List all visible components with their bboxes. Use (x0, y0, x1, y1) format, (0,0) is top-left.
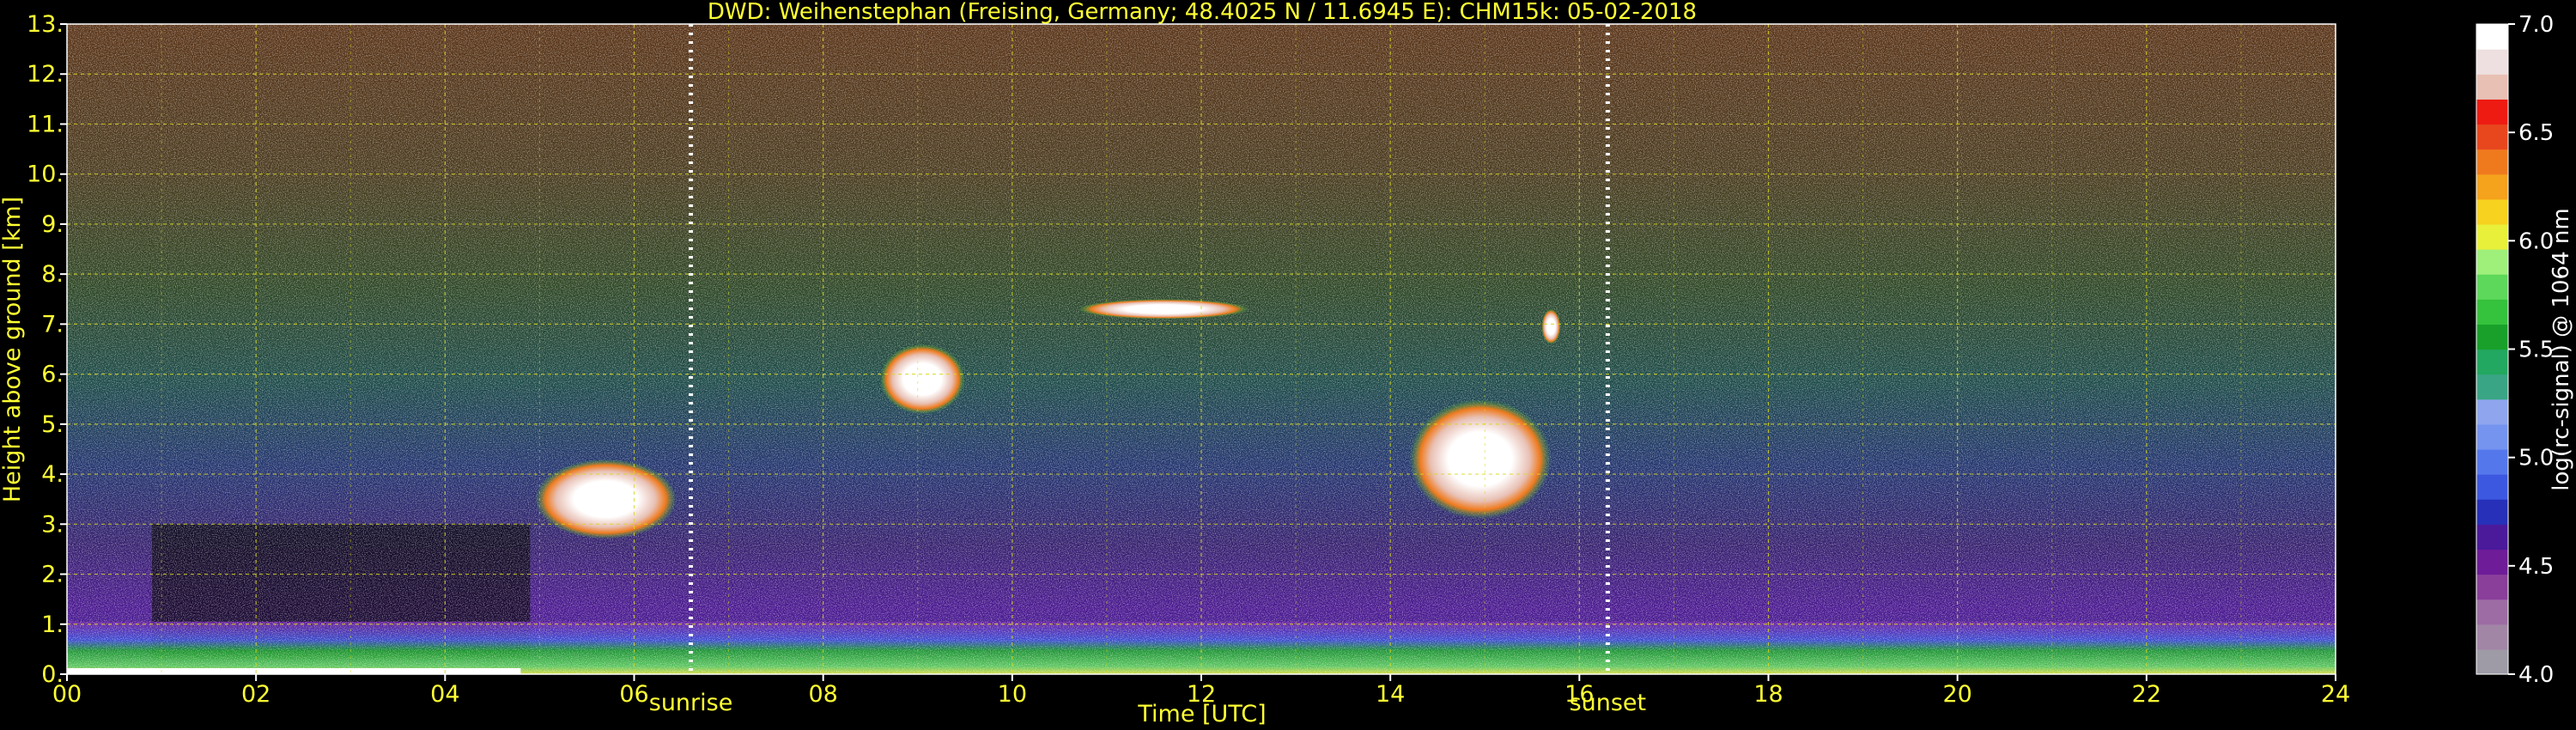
colorbar-segment (2476, 599, 2508, 625)
x-tick-label: 24 (2321, 681, 2350, 708)
colorbar-tick-label: 4.0 (2518, 662, 2554, 688)
colorbar-label: log(rc-signal) @ 1064 nm (2549, 208, 2574, 490)
colorbar-segment (2476, 448, 2508, 475)
ceilometer-chart: sunrise sunset 00 02 04 06 08 10 12 14 16 18 20 22 24… (0, 0, 2574, 727)
colorbar-segment (2476, 249, 2508, 275)
x-tick-label: 02 (241, 681, 270, 708)
colorbar-tick-label: 4.5 (2518, 554, 2554, 580)
x-tick-label: 06 (619, 681, 648, 708)
colorbar-segment (2476, 423, 2508, 450)
colorbar-segment (2476, 198, 2508, 225)
cloud-4 (1409, 398, 1552, 520)
y-axis-label: Height above ground [km] (0, 197, 26, 502)
y-tick-label: 7. (41, 311, 64, 338)
colorbar-segment (2476, 474, 2508, 500)
colorbar-segment (2476, 74, 2508, 100)
colorbar-segment (2476, 99, 2508, 125)
colorbar-segment (2476, 173, 2508, 200)
colorbar-segment (2476, 574, 2508, 600)
x-tick-label: 20 (1942, 681, 1971, 708)
y-tick-label: 0. (41, 661, 64, 688)
x-tick-label: 14 (1376, 681, 1405, 708)
y-tick-label: 4. (41, 461, 64, 488)
x-tick-label: 18 (1753, 681, 1783, 708)
colorbar (2476, 23, 2509, 675)
colorbar-segment (2476, 624, 2508, 650)
colorbar-segment (2476, 499, 2508, 525)
y-tick-label: 12. (27, 61, 64, 88)
y-tick-label: 9. (41, 211, 64, 238)
x-tick-label: 22 (2132, 681, 2161, 708)
colorbar-segment (2476, 398, 2508, 425)
colorbar-segment (2476, 374, 2508, 400)
x-tick-label: 04 (430, 681, 459, 708)
y-tick-label: 10. (27, 161, 64, 188)
cloud-5 (1541, 308, 1561, 344)
y-axis-ticks: 0. 1. 2. 3. 4. 5. 6. 7. 8. 9. 10. 11. 12. 13. (27, 11, 67, 688)
colorbar-segment (2476, 124, 2508, 150)
cloud-1 (534, 459, 677, 539)
colorbar-segment (2476, 324, 2508, 350)
colorbar-segment (2476, 149, 2508, 175)
y-tick-label: 11. (27, 111, 64, 137)
colorbar-segment (2476, 549, 2508, 575)
colorbar-segment (2476, 524, 2508, 551)
chart-title: DWD: Weihenstephan (Freising, Germany; 4… (708, 0, 1697, 25)
colorbar-segment (2476, 49, 2508, 75)
colorbar-segment (2476, 648, 2508, 675)
colorbar-segment (2476, 223, 2508, 250)
x-axis-label: Time [UTC] (1137, 701, 1266, 727)
marker-label-sunrise: sunrise (649, 690, 733, 716)
y-tick-label: 8. (41, 261, 64, 288)
y-tick-label: 13. (27, 11, 64, 38)
x-tick-label: 16 (1564, 681, 1594, 708)
y-tick-label: 5. (41, 411, 64, 438)
colorbar-segment (2476, 274, 2508, 300)
y-tick-label: 6. (41, 362, 64, 388)
cloud-3 (1078, 299, 1249, 319)
cloud-2 (879, 344, 965, 415)
x-tick-label: 08 (808, 681, 837, 708)
y-tick-label: 3. (41, 511, 64, 538)
colorbar-ticks: 4.04.55.05.56.06.57.0 (2508, 12, 2554, 688)
colorbar-segment (2476, 349, 2508, 375)
y-tick-label: 1. (41, 611, 64, 638)
x-tick-label: 10 (998, 681, 1027, 708)
colorbar-tick-label: 6.5 (2518, 120, 2554, 146)
y-tick-label: 2. (41, 562, 64, 588)
colorbar-tick-label: 7.0 (2518, 12, 2554, 38)
colorbar-segment (2476, 24, 2508, 50)
colorbar-segment (2476, 299, 2508, 325)
